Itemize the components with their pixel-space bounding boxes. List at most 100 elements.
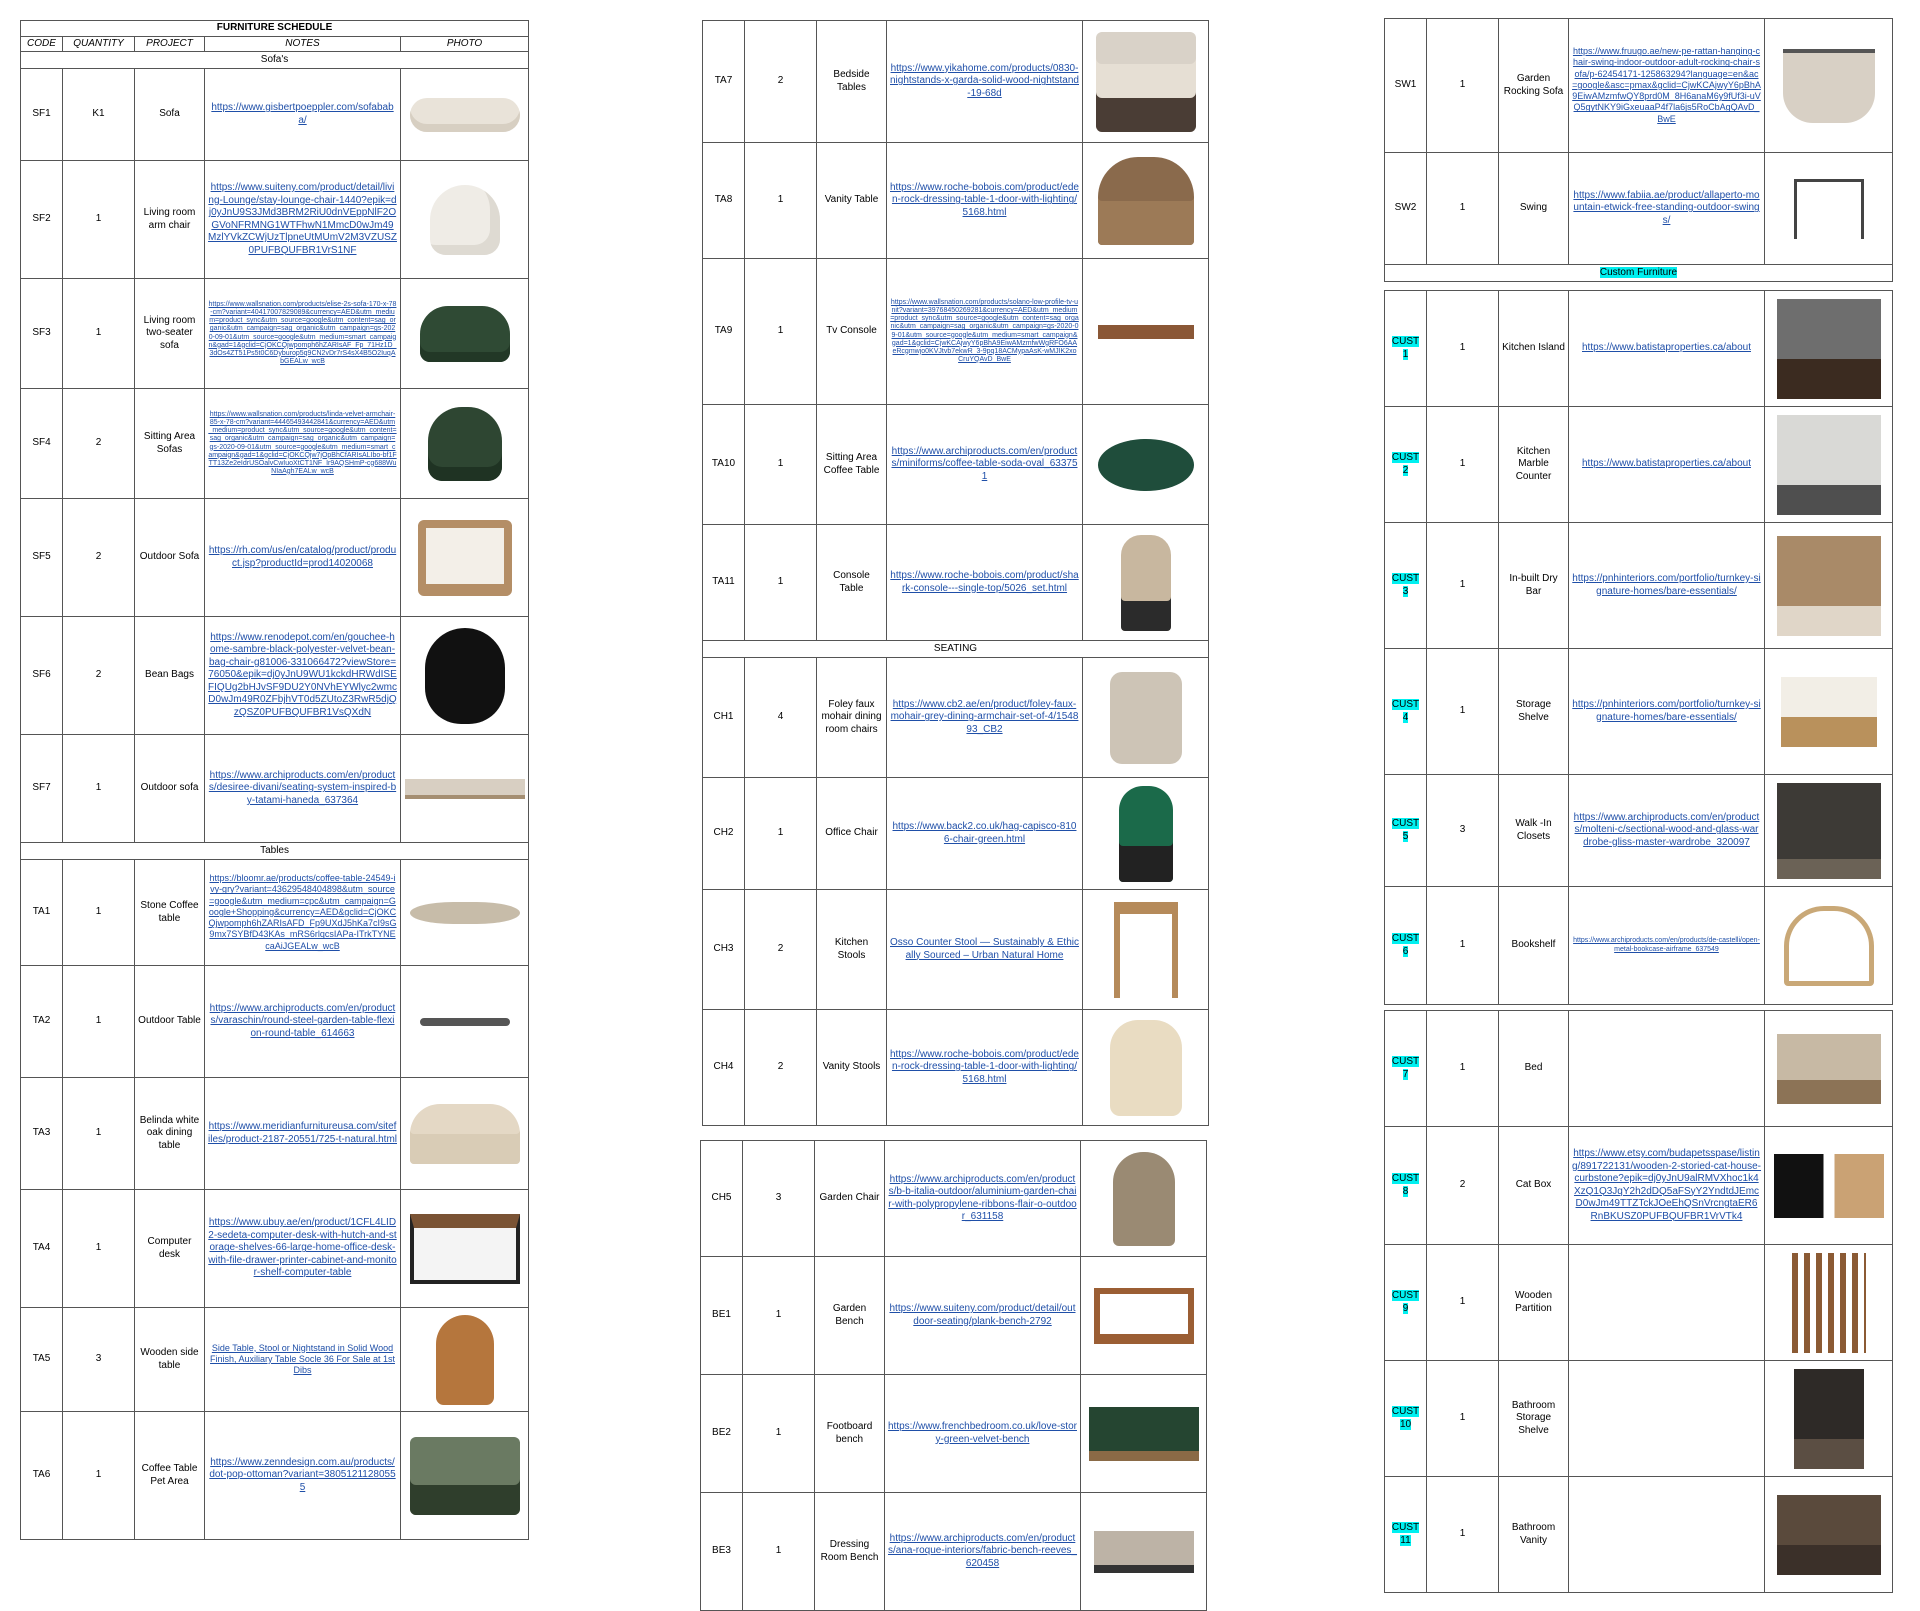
product-link[interactable]: https://www.batistaproperties.ca/about — [1572, 342, 1761, 355]
project-cell: Cat Box — [1498, 1126, 1569, 1245]
notes-cell: https://www.archiproducts.com/en/product… — [1568, 774, 1765, 887]
table-row: TA4 1 Computer desk https://www.ubuy.ae/… — [20, 1189, 530, 1308]
code-cell: SF3 — [20, 278, 63, 389]
product-link[interactable]: https://www.roche-bobois.com/product/ede… — [890, 182, 1079, 220]
notes-cell: https://www.archiproducts.com/en/product… — [204, 734, 401, 843]
product-link[interactable]: https://www.meridianfurnitureusa.com/sit… — [208, 1121, 397, 1146]
code-cell: CUST 8 — [1384, 1126, 1427, 1245]
quantity-cell: 1 — [62, 1189, 135, 1308]
product-link[interactable]: https://www.wallsnation.com/products/sol… — [890, 299, 1079, 363]
table-row: SF1 K1 Sofa https://www.gisbertpoeppler.… — [20, 68, 530, 161]
table-row: CUST 10 1 Bathroom Storage Shelve — [1384, 1360, 1893, 1477]
quantity-cell: 1 — [744, 777, 817, 890]
code-cell: BE2 — [700, 1374, 743, 1493]
wooden-partition-photo — [1791, 1252, 1866, 1353]
product-link[interactable]: https://pnhinteriors.com/portfolio/turnk… — [1572, 699, 1761, 724]
notes-cell: https://www.cb2.ae/en/product/foley-faux… — [886, 657, 1083, 778]
product-link[interactable]: https://www.batistaproperties.ca/about — [1572, 458, 1761, 471]
product-link[interactable]: Osso Counter Stool — Sustainably & Ethic… — [890, 937, 1079, 962]
code-cell: TA8 — [702, 142, 745, 259]
product-link[interactable]: https://www.back2.co.uk/hag-capisco-8106… — [890, 821, 1079, 846]
notes-cell: https://www.gisbertpoeppler.com/sofababa… — [204, 68, 401, 161]
quantity-cell: 2 — [1426, 1126, 1499, 1245]
product-link[interactable]: https://www.archiproducts.com/en/product… — [208, 1003, 397, 1041]
project-cell: Outdoor Sofa — [134, 498, 205, 617]
product-link[interactable]: Side Table, Stool or Nightstand in Solid… — [208, 1343, 397, 1377]
code-cell: TA11 — [702, 524, 745, 641]
quantity-cell: 1 — [62, 734, 135, 843]
notes-cell: https://www.fruugo.ae/new-pe-rattan-hang… — [1568, 18, 1765, 153]
swing-photo — [1793, 178, 1864, 239]
product-link[interactable]: https://www.archiproducts.com/en/product… — [888, 1174, 1077, 1224]
quantity-cell: 2 — [744, 889, 817, 1010]
nightstand-photo — [1095, 31, 1196, 132]
bed-photo — [1776, 1033, 1881, 1104]
product-link[interactable]: https://www.zenndesign.com.au/products/d… — [208, 1457, 397, 1495]
quantity-cell: 1 — [1426, 522, 1499, 649]
product-link[interactable]: https://www.fruugo.ae/new-pe-rattan-hang… — [1572, 46, 1761, 125]
product-link[interactable]: https://www.archiproducts.com/en/product… — [890, 446, 1079, 484]
photo-cell — [1764, 522, 1893, 649]
quantity-cell: 1 — [742, 1492, 815, 1611]
product-link[interactable]: https://www.cb2.ae/en/product/foley-faux… — [890, 699, 1079, 737]
quantity-cell: 1 — [742, 1374, 815, 1493]
quantity-cell: 1 — [744, 258, 817, 405]
product-link[interactable]: https://www.archiproducts.com/en/product… — [888, 1533, 1077, 1571]
photo-cell — [1764, 1010, 1893, 1127]
notes-cell: https://www.roche-bobois.com/product/sha… — [886, 524, 1083, 641]
product-link[interactable]: https://www.frenchbedroom.co.uk/love-sto… — [888, 1421, 1077, 1446]
quantity-cell: 3 — [62, 1307, 135, 1412]
product-link[interactable]: https://www.suiteny.com/product/detail/l… — [208, 182, 397, 257]
storage-shelve-photo — [1780, 676, 1877, 747]
project-cell: Bean Bags — [134, 616, 205, 735]
dressing-bench-photo — [1093, 1530, 1194, 1573]
notes-cell — [1568, 1244, 1765, 1361]
project-cell: Kitchen Marble Counter — [1498, 406, 1569, 523]
schedule-table-col3-lower: CUST 7 1 Bed CUST 8 2 Cat Box https://ww… — [1384, 1010, 1893, 1593]
photo-cell — [1764, 1244, 1893, 1361]
header-code: CODE — [20, 35, 63, 52]
notes-cell: https://www.archiproducts.com/en/product… — [886, 404, 1083, 525]
table-row: CUST 6 1 Bookshelf https://www.archiprod… — [1384, 886, 1893, 1005]
code-cell: CUST 6 — [1384, 886, 1427, 1005]
product-link[interactable]: https://www.gisbertpoeppler.com/sofababa… — [208, 102, 397, 127]
product-link[interactable]: https://rh.com/us/en/catalog/product/pro… — [208, 545, 397, 570]
product-link[interactable]: https://www.suiteny.com/product/detail/o… — [888, 1303, 1077, 1328]
walk-in-closet-photo — [1776, 782, 1881, 879]
code-cell: CH4 — [702, 1009, 745, 1126]
photo-cell — [1082, 1009, 1209, 1126]
product-link[interactable]: https://bloomr.ae/products/coffee-table-… — [208, 873, 397, 952]
product-link[interactable]: https://www.etsy.com/budapetsspase/listi… — [1572, 1148, 1761, 1223]
project-cell: Foley faux mohair dining room chairs — [816, 657, 887, 778]
code-cell: CUST 5 — [1384, 774, 1427, 887]
product-link[interactable]: https://www.roche-bobois.com/product/ede… — [890, 1049, 1079, 1087]
product-link[interactable]: https://www.archiproducts.com/en/product… — [1572, 937, 1761, 953]
project-cell: Garden Rocking Sofa — [1498, 18, 1569, 153]
product-link[interactable]: https://pnhinteriors.com/portfolio/turnk… — [1572, 573, 1761, 598]
notes-cell: https://www.yikahome.com/products/0830-n… — [886, 20, 1083, 143]
table-row: SF5 2 Outdoor Sofa https://rh.com/us/en/… — [20, 498, 530, 617]
product-link[interactable]: https://www.fabiia.ae/product/allaperto-… — [1572, 190, 1761, 228]
product-link[interactable]: https://www.wallsnation.com/products/lin… — [208, 411, 397, 475]
table-row: SW1 1 Garden Rocking Sofa https://www.fr… — [1384, 18, 1893, 153]
table-row: TA11 1 Console Table https://www.roche-b… — [702, 524, 1209, 641]
product-link[interactable]: https://www.archiproducts.com/en/product… — [1572, 812, 1761, 850]
product-link[interactable]: https://www.archiproducts.com/en/product… — [208, 770, 397, 808]
photo-cell — [399, 278, 530, 389]
photo-cell — [1764, 1476, 1893, 1593]
product-link[interactable]: https://www.yikahome.com/products/0830-n… — [890, 63, 1079, 101]
photo-cell — [1764, 1360, 1893, 1477]
notes-cell — [1568, 1010, 1765, 1127]
photo-cell — [1082, 524, 1209, 641]
product-link[interactable]: https://www.renodepot.com/en/gouchee-hom… — [208, 632, 397, 720]
code-highlight: CUST 9 — [1391, 1290, 1420, 1314]
product-link[interactable]: https://www.wallsnation.com/products/eli… — [208, 301, 397, 365]
product-link[interactable]: https://www.ubuy.ae/en/product/1CFL4LID2… — [208, 1217, 397, 1280]
photo-cell — [399, 1189, 530, 1308]
ottoman-photo — [409, 1436, 520, 1515]
notes-cell: Osso Counter Stool — Sustainably & Ethic… — [886, 889, 1083, 1010]
project-cell: Stone Coffee table — [134, 859, 205, 966]
code-cell: CUST 4 — [1384, 648, 1427, 775]
product-link[interactable]: https://www.roche-bobois.com/product/sha… — [890, 570, 1079, 595]
project-cell: Bathroom Vanity — [1498, 1476, 1569, 1593]
